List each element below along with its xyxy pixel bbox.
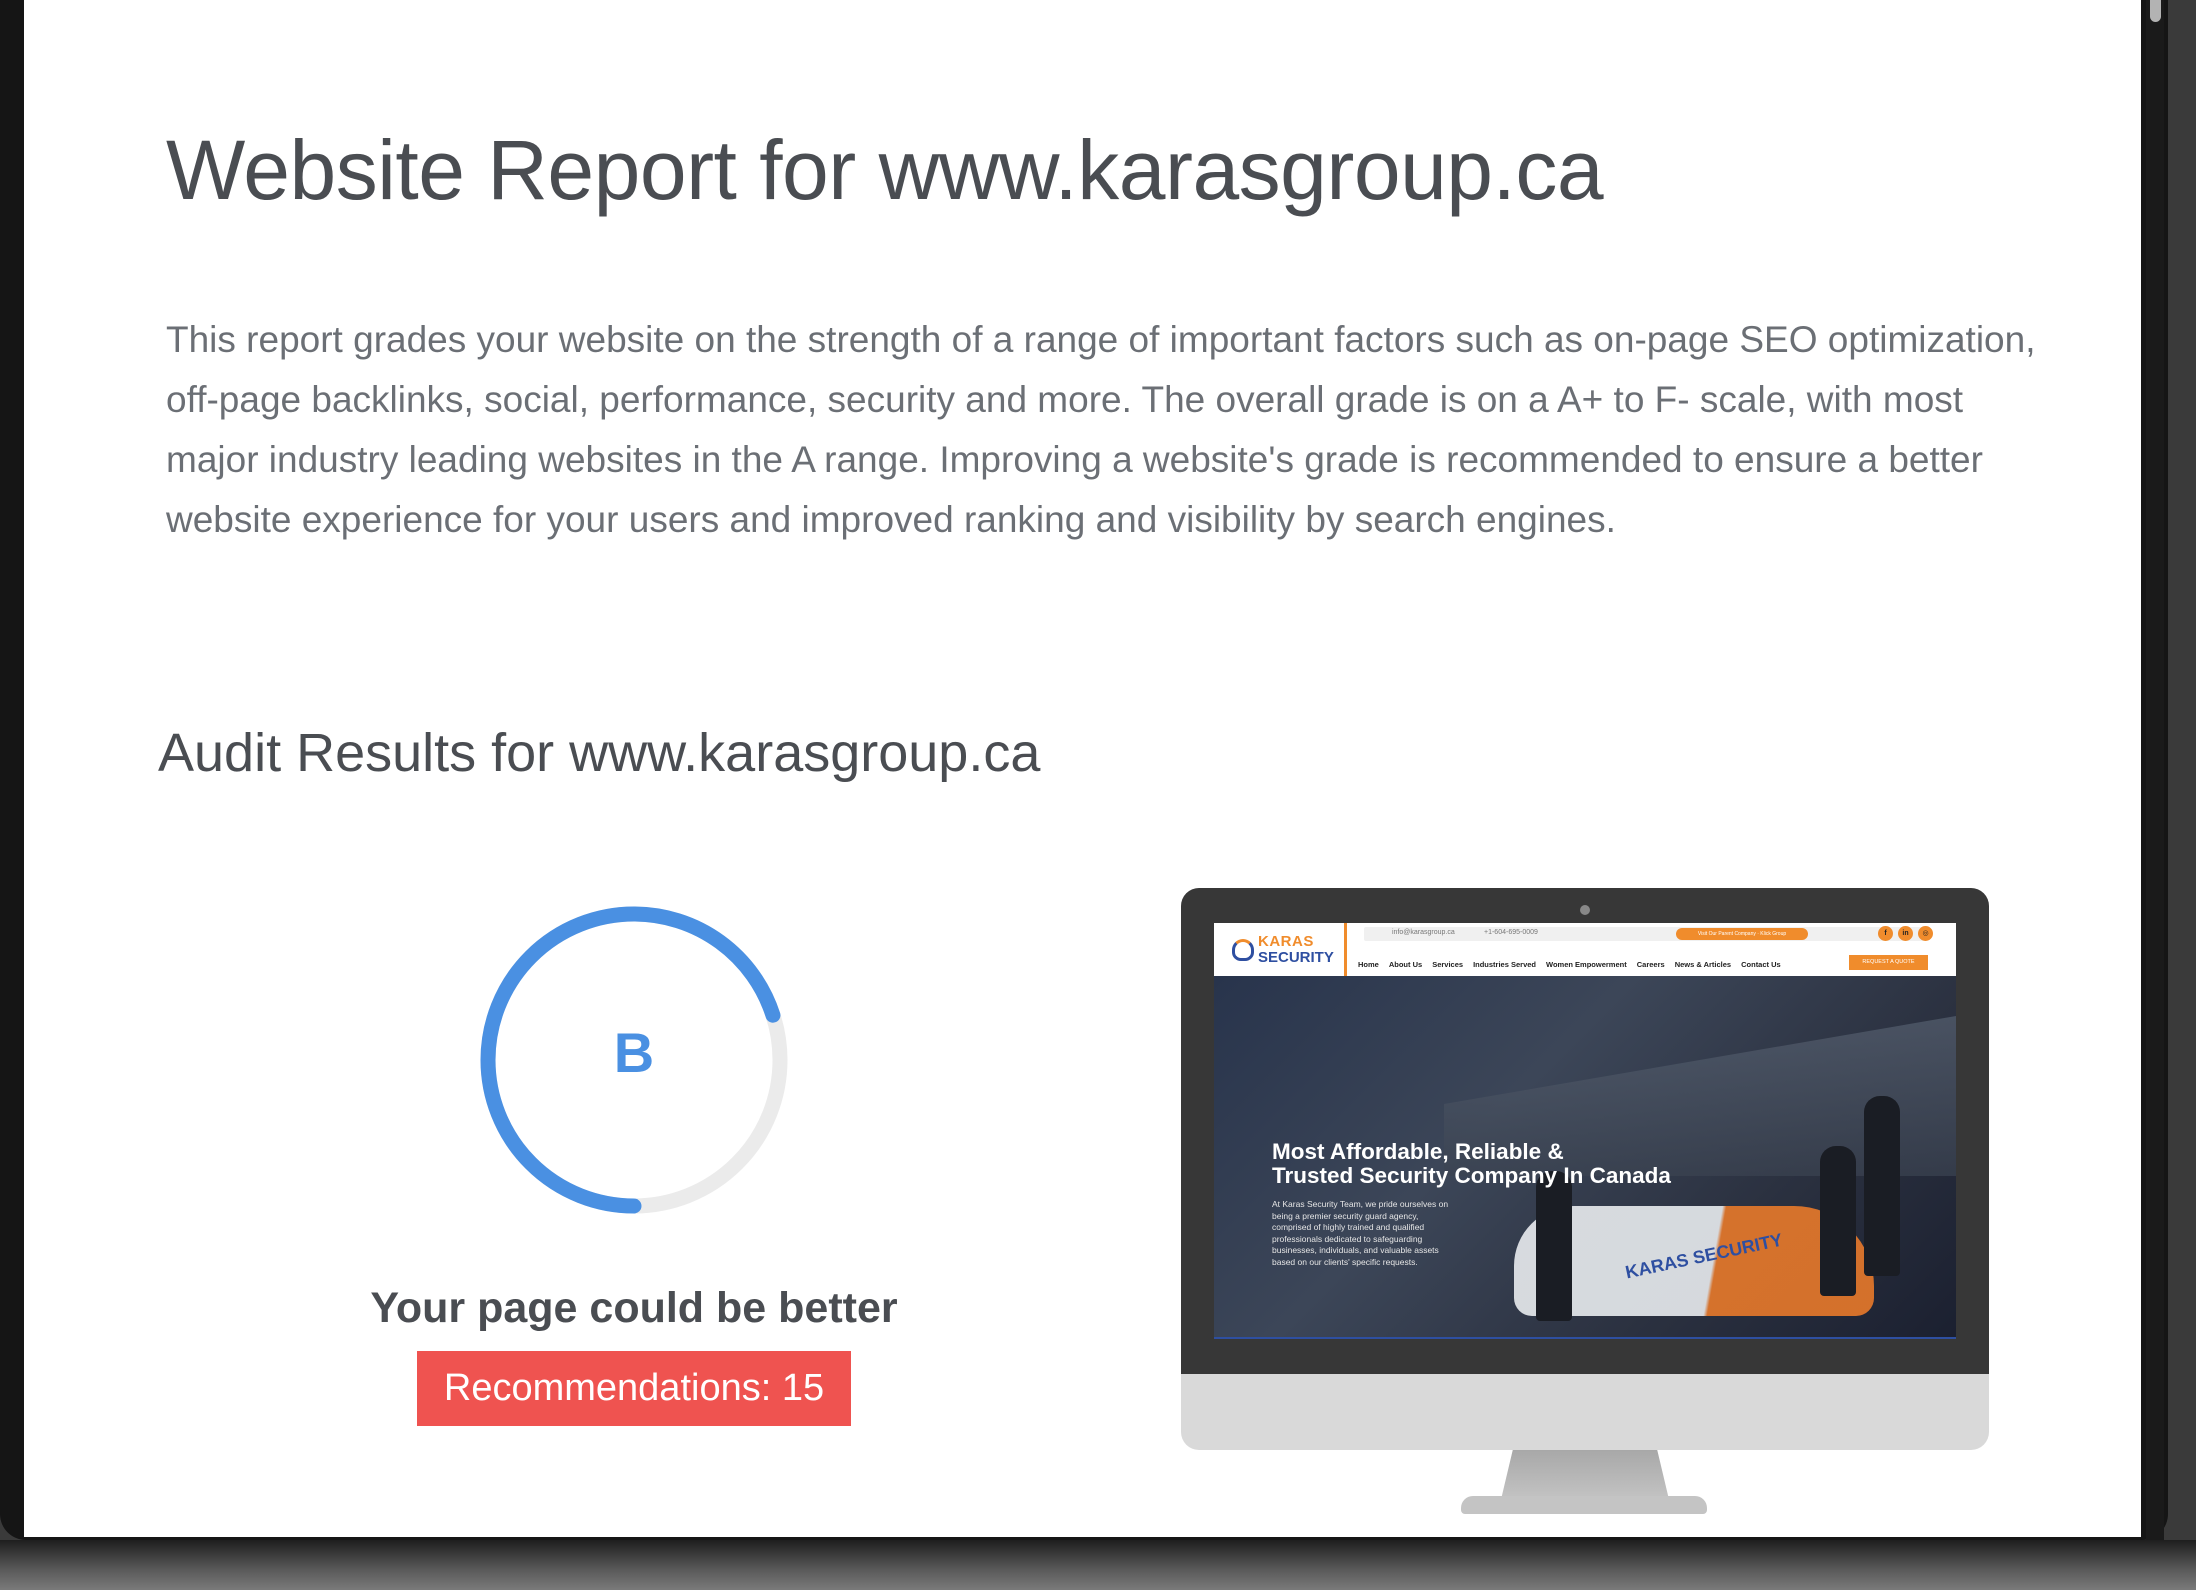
website-preview-monitor: KARAS SECURITY info@karasgroup.ca +1-604… (1181, 888, 1989, 1528)
preview-nav-about: About Us (1388, 960, 1423, 969)
preview-nav-home: Home (1358, 960, 1379, 969)
preview-nav-services: Services (1432, 960, 1464, 969)
preview-nav-news: News & Articles (1674, 960, 1732, 969)
preview-hero-divider (1214, 1337, 1956, 1339)
preview-logo-top: KARAS (1258, 933, 1314, 950)
preview-nav: Home About Us Services Industries Served… (1358, 960, 1781, 969)
preview-guard-figure (1820, 1146, 1856, 1296)
preview-hero-title-line2: Trusted Security Company In Canada (1272, 1163, 1671, 1188)
preview-nav-industries: Industries Served (1473, 960, 1537, 969)
grade-letter: B (613, 1021, 655, 1084)
report-intro: This report grades your website on the s… (166, 319, 2036, 540)
preview-hero-title: Most Affordable, Reliable & Trusted Secu… (1272, 1140, 1671, 1188)
eagle-shield-icon (1232, 939, 1254, 961)
desktop-shadow (0, 1540, 2196, 1590)
preview-guard-figure (1536, 1171, 1572, 1321)
preview-logo: KARAS SECURITY (1214, 923, 1347, 976)
instagram-icon: ◎ (1918, 926, 1933, 941)
webcam-icon (1580, 905, 1590, 915)
preview-guard-figure (1864, 1096, 1900, 1276)
preview-phone: +1-604-695-0009 (1484, 929, 1538, 936)
vertical-scrollbar[interactable] (2146, 0, 2164, 1540)
recommendations-badge[interactable]: Recommendations: 15 (417, 1351, 851, 1426)
audit-results-title: Audit Results for www.karasgroup.ca (158, 723, 1041, 783)
facebook-icon: f (1878, 926, 1893, 941)
preview-email: info@karasgroup.ca (1392, 929, 1455, 936)
preview-hero: KARAS SECURITY Most Affordable, Reliable… (1214, 976, 1956, 1339)
grade-verdict: Your page could be better (370, 1284, 898, 1332)
preview-header: KARAS SECURITY info@karasgroup.ca +1-604… (1214, 923, 1956, 976)
preview-nav-careers: Careers (1636, 960, 1665, 969)
preview-nav-women: Women Empowerment (1546, 960, 1627, 969)
preview-parent-pill: Visit Our Parent Company · Klick Group (1676, 928, 1808, 940)
website-screenshot: KARAS SECURITY info@karasgroup.ca +1-604… (1214, 923, 1956, 1339)
preview-quote-button: REQUEST A QUOTE (1849, 955, 1928, 970)
linkedin-icon: in (1898, 926, 1913, 941)
preview-logo-bottom: SECURITY (1258, 949, 1334, 966)
preview-nav-contact: Contact Us (1741, 960, 1781, 969)
scrollbar-thumb[interactable] (2150, 0, 2161, 22)
page-title: Website Report for www.karasgroup.ca (166, 123, 1604, 217)
preview-hero-body: At Karas Security Team, we pride ourselv… (1272, 1199, 1449, 1267)
preview-hero-title-line1: Most Affordable, Reliable & (1272, 1139, 1564, 1164)
monitor-base (1461, 1496, 1707, 1514)
report-page: Website Report for www.karasgroup.ca Thi… (24, 0, 2141, 1537)
